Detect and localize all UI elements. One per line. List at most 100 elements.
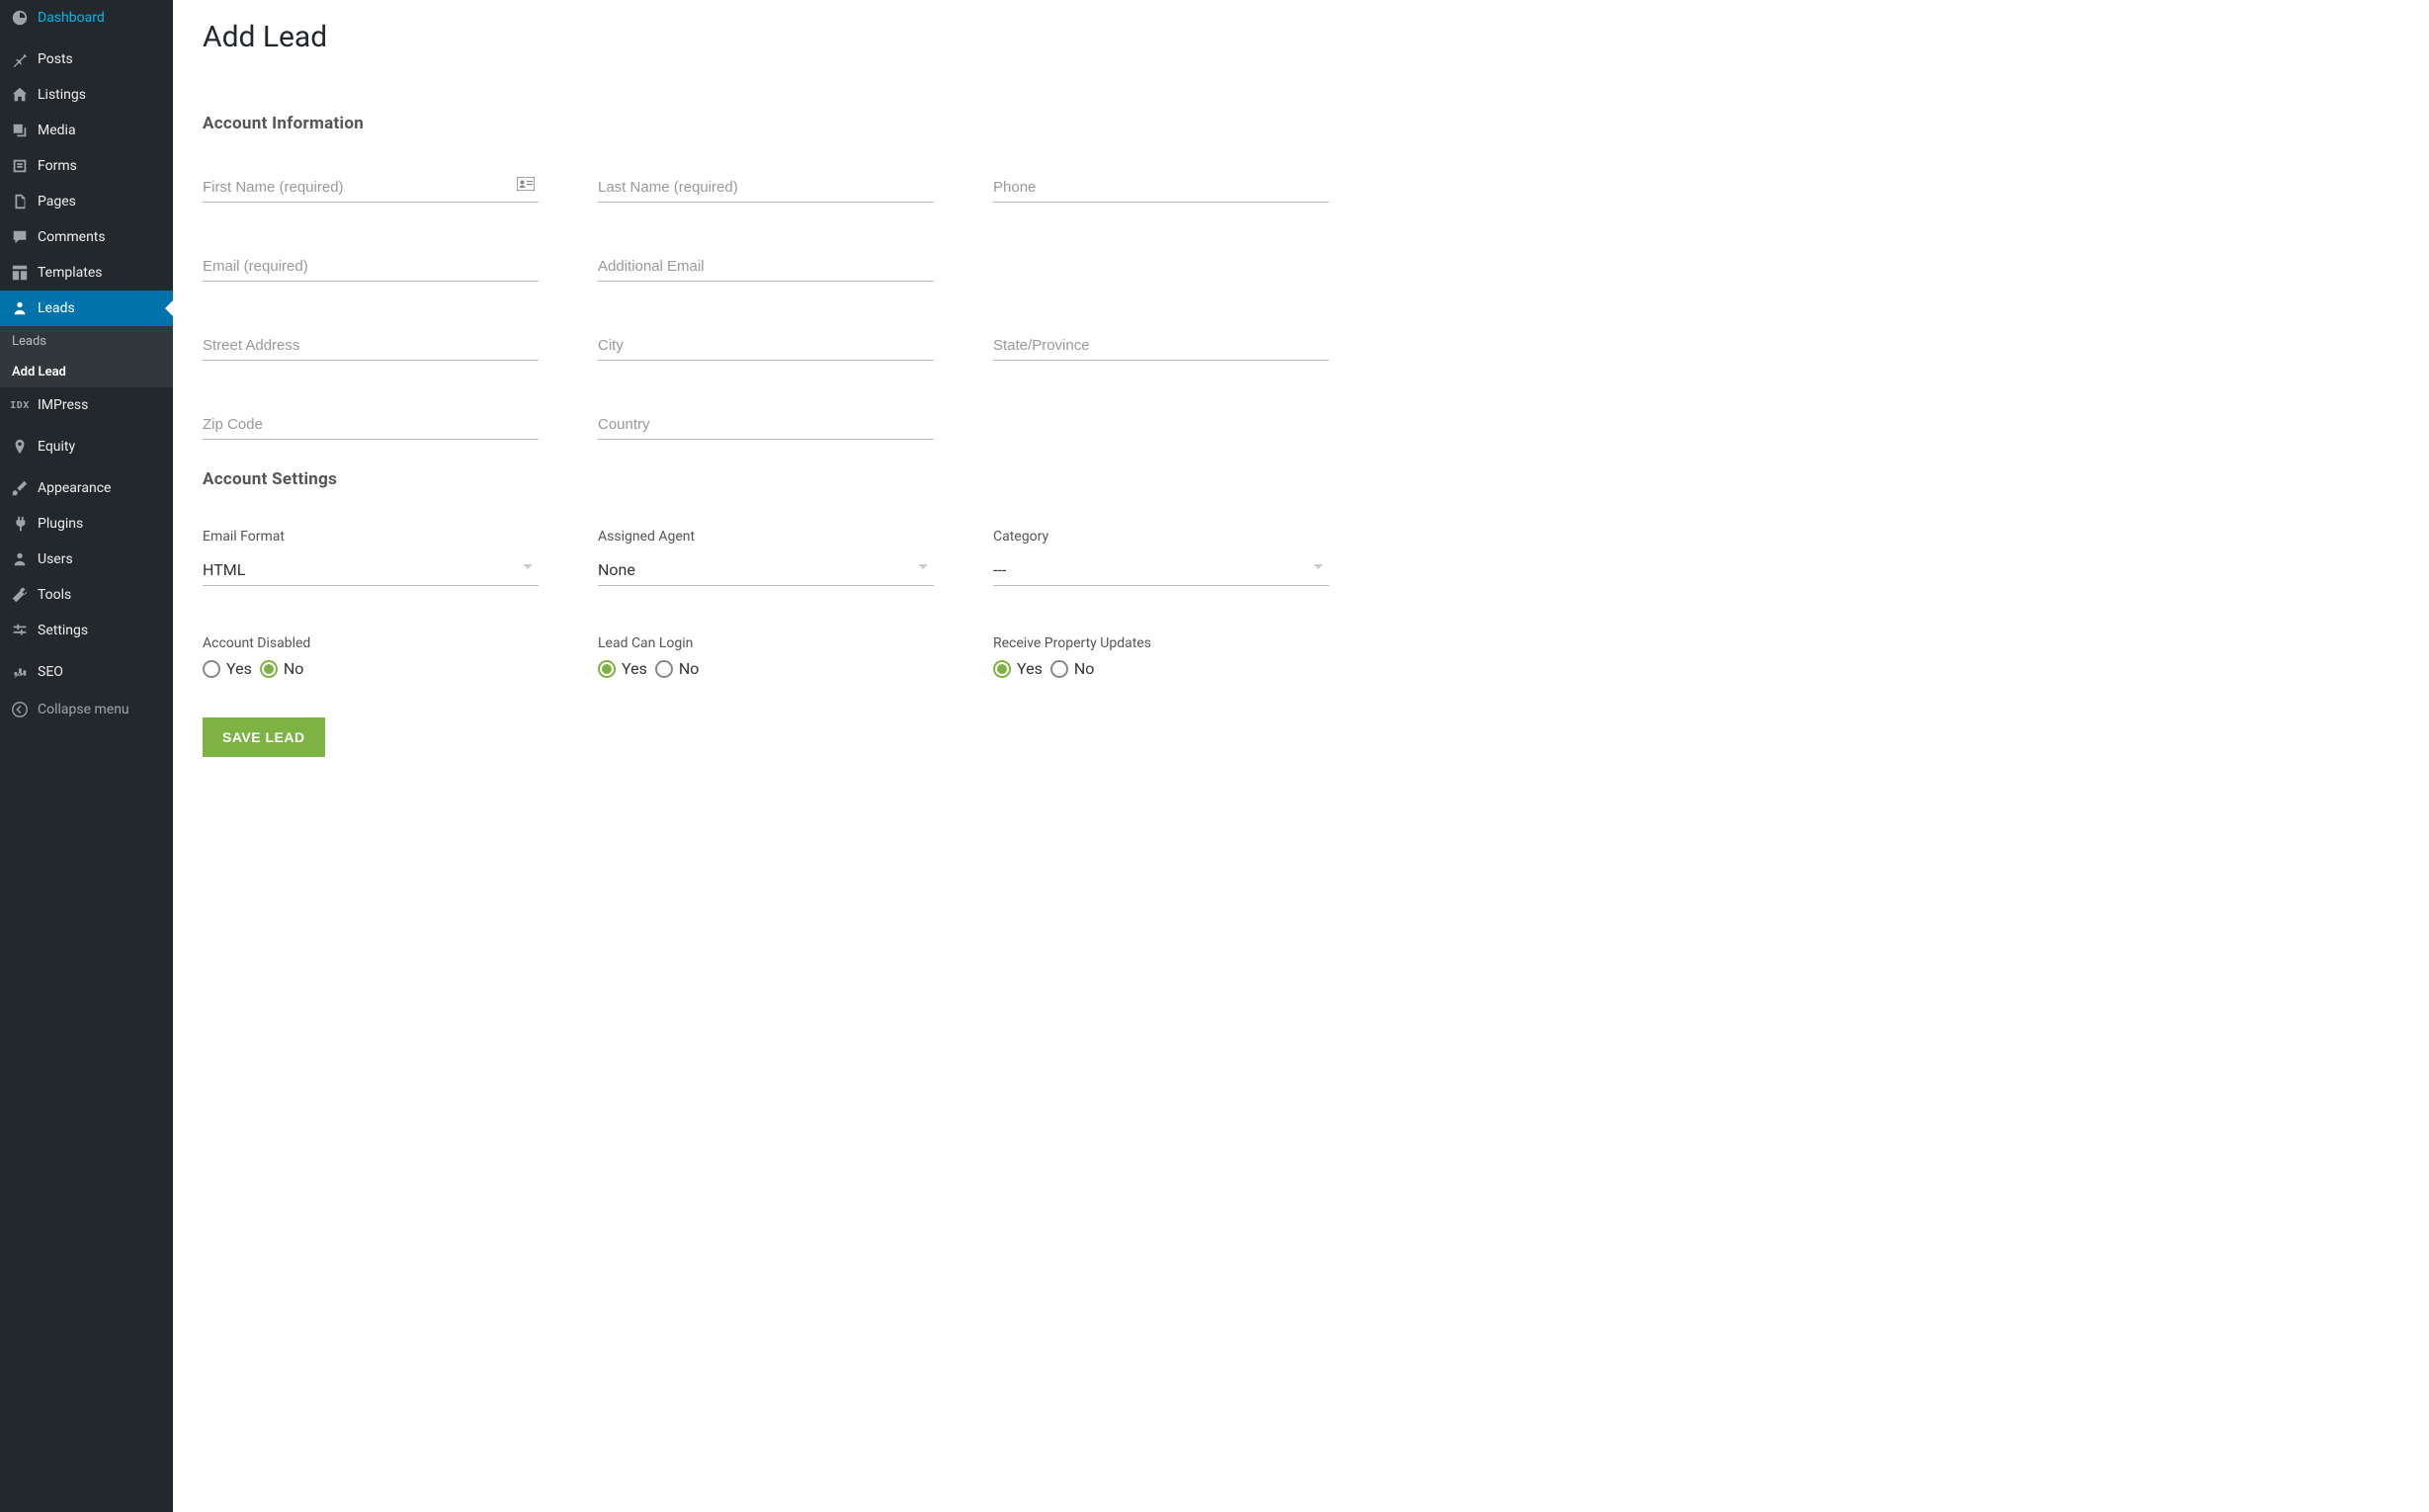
sidebar-item-settings[interactable]: Settings — [0, 613, 173, 648]
sidebar-item-label: Templates — [38, 265, 103, 281]
sidebar-item-label: Listings — [38, 87, 86, 103]
email-format-value: HTML — [203, 560, 245, 579]
collapse-menu-button[interactable]: Collapse menu — [0, 690, 173, 729]
sidebar-item-label: Settings — [38, 623, 88, 638]
lead-can-login-yes[interactable]: Yes — [598, 659, 647, 678]
sidebar-item-label: Equity — [38, 439, 75, 455]
account-disabled-label: Account Disabled — [203, 635, 539, 651]
section-account-settings: Account Settings — [203, 469, 2399, 489]
additional-email-input[interactable] — [598, 252, 934, 282]
field-zip — [203, 410, 539, 440]
collapse-label: Collapse menu — [38, 702, 129, 717]
field-lead-can-login: Lead Can Login Yes No — [598, 635, 934, 678]
field-account-disabled: Account Disabled Yes No — [203, 635, 539, 678]
pages-icon — [10, 192, 30, 211]
plug-icon — [10, 514, 30, 534]
receive-updates-label: Receive Property Updates — [993, 635, 1329, 651]
home-icon — [10, 85, 30, 105]
sidebar-item-plugins[interactable]: Plugins — [0, 506, 173, 542]
sidebar-item-media[interactable]: Media — [0, 113, 173, 148]
sidebar-item-tools[interactable]: Tools — [0, 577, 173, 613]
radio-icon — [598, 660, 616, 678]
field-country — [598, 410, 934, 440]
field-city — [598, 331, 934, 361]
sidebar-item-appearance[interactable]: Appearance — [0, 470, 173, 506]
sidebar-item-dashboard[interactable]: Dashboard — [0, 0, 173, 36]
radio-yes-label: Yes — [1017, 659, 1043, 678]
radio-icon — [1050, 660, 1068, 678]
state-input[interactable] — [993, 331, 1329, 361]
radio-no-label: No — [679, 659, 700, 678]
field-street — [203, 331, 539, 361]
sidebar-item-label: Posts — [38, 51, 73, 67]
city-input[interactable] — [598, 331, 934, 361]
radio-icon — [260, 660, 278, 678]
sidebar-item-posts[interactable]: Posts — [0, 42, 173, 77]
main-content: Add Lead Account Information — [173, 0, 2429, 1512]
sidebar-item-leads[interactable]: Leads — [0, 291, 173, 326]
sidebar-subitem-add-lead[interactable]: Add Lead — [0, 357, 173, 387]
idx-icon: IDX — [10, 395, 30, 415]
sidebar-item-equity[interactable]: Equity — [0, 429, 173, 464]
phone-input[interactable] — [993, 173, 1329, 203]
account-disabled-no[interactable]: No — [260, 659, 304, 678]
field-category: Category --- — [993, 529, 1329, 586]
account-info-grid — [203, 173, 1329, 440]
sidebar-item-label: Appearance — [38, 480, 111, 496]
media-icon — [10, 121, 30, 140]
field-state — [993, 331, 1329, 361]
user-icon — [10, 298, 30, 318]
last-name-input[interactable] — [598, 173, 934, 203]
assigned-agent-select[interactable]: None — [598, 554, 934, 586]
field-receive-updates: Receive Property Updates Yes No — [993, 635, 1329, 678]
seo-icon — [10, 662, 30, 682]
email-input[interactable] — [203, 252, 539, 282]
sidebar-subitem-leads-list[interactable]: Leads — [0, 326, 173, 357]
radio-icon — [993, 660, 1011, 678]
field-email — [203, 252, 539, 282]
save-lead-button[interactable]: SAVE LEAD — [203, 717, 325, 757]
email-format-select[interactable]: HTML — [203, 554, 539, 586]
admin-sidebar: Dashboard Posts Listings Media Forms Pages Com… — [0, 0, 173, 1512]
sidebar-item-forms[interactable]: Forms — [0, 148, 173, 184]
first-name-input[interactable] — [203, 173, 539, 203]
sliders-icon — [10, 621, 30, 640]
users-icon — [10, 549, 30, 569]
sidebar-item-label: Forms — [38, 158, 77, 174]
assigned-agent-label: Assigned Agent — [598, 529, 934, 545]
field-first-name — [203, 173, 539, 203]
country-input[interactable] — [598, 410, 934, 440]
sidebar-item-impress[interactable]: IDXIMPress — [0, 387, 173, 423]
field-additional-email — [598, 252, 934, 282]
radio-no-label: No — [1074, 659, 1095, 678]
brush-icon — [10, 478, 30, 498]
chevron-down-icon — [523, 564, 533, 569]
field-email-format: Email Format HTML — [203, 529, 539, 586]
receive-updates-yes[interactable]: Yes — [993, 659, 1043, 678]
category-label: Category — [993, 529, 1329, 545]
category-select[interactable]: --- — [993, 554, 1329, 586]
sidebar-item-listings[interactable]: Listings — [0, 77, 173, 113]
account-disabled-yes[interactable]: Yes — [203, 659, 252, 678]
sidebar-item-templates[interactable]: Templates — [0, 255, 173, 291]
sidebar-item-label: Pages — [38, 194, 76, 210]
account-settings-grid: Email Format HTML Assigned Agent None Ca… — [203, 529, 1329, 678]
chevron-down-icon — [1313, 564, 1323, 569]
contact-card-icon — [517, 177, 535, 191]
sidebar-item-pages[interactable]: Pages — [0, 184, 173, 219]
radio-no-label: No — [284, 659, 304, 678]
sidebar-item-users[interactable]: Users — [0, 542, 173, 577]
field-phone — [993, 173, 1329, 203]
sidebar-item-seo[interactable]: SEO — [0, 654, 173, 690]
page-title: Add Lead — [203, 20, 2399, 54]
collapse-icon — [10, 700, 30, 719]
sidebar-item-comments[interactable]: Comments — [0, 219, 173, 255]
zip-input[interactable] — [203, 410, 539, 440]
radio-yes-label: Yes — [226, 659, 252, 678]
section-account-information: Account Information — [203, 114, 2399, 133]
receive-updates-no[interactable]: No — [1050, 659, 1095, 678]
lead-can-login-no[interactable]: No — [655, 659, 700, 678]
sidebar-item-label: Users — [38, 551, 73, 567]
street-input[interactable] — [203, 331, 539, 361]
sidebar-item-label: Leads — [38, 300, 75, 316]
